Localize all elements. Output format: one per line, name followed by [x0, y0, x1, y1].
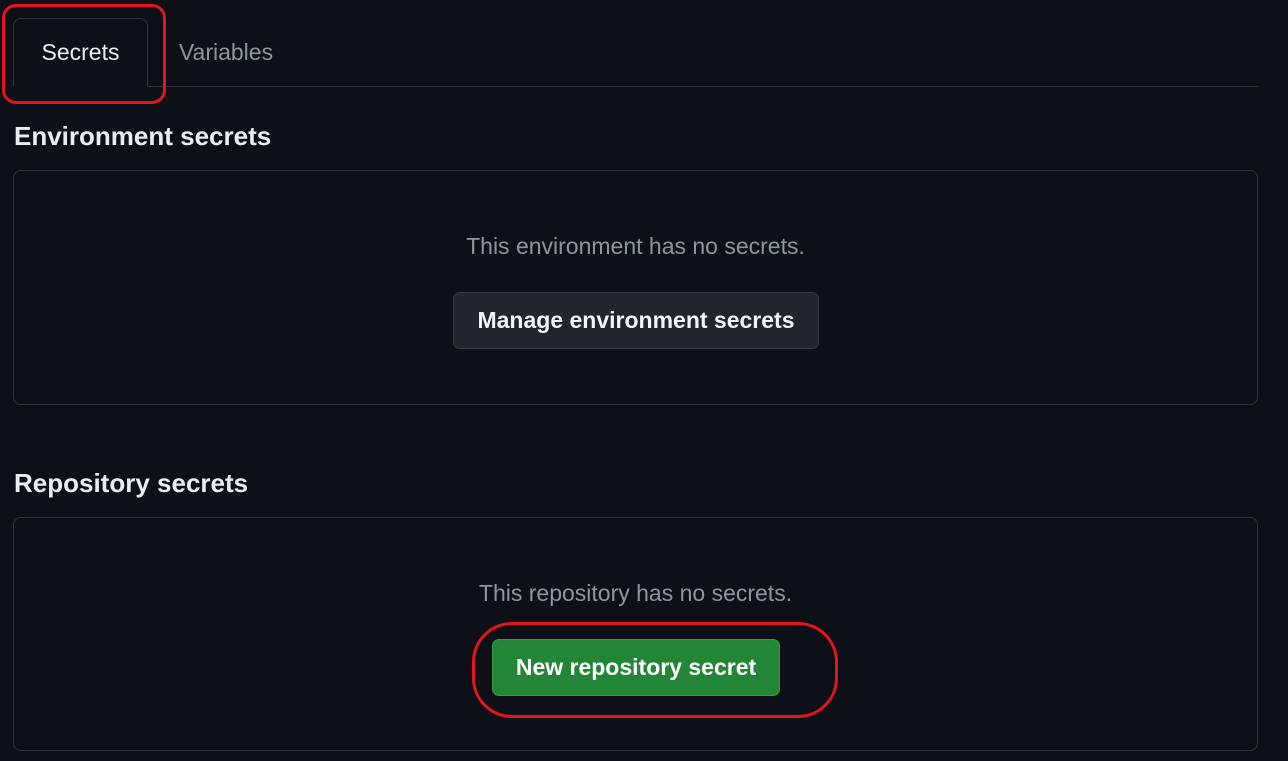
tab-secrets-label: Secrets — [41, 39, 120, 65]
tab-variables[interactable]: Variables — [161, 18, 291, 86]
environment-empty-message: This environment has no secrets. — [466, 233, 805, 259]
tab-bar: Secrets Variables — [13, 0, 1258, 87]
repository-secrets-box: This repository has no secrets. New repo… — [13, 517, 1258, 751]
manage-environment-secrets-label: Manage environment secrets — [477, 307, 795, 333]
repository-empty-message: This repository has no secrets. — [478, 580, 793, 606]
new-repository-secret-button[interactable]: New repository secret — [492, 639, 780, 696]
new-repository-secret-label: New repository secret — [515, 654, 757, 680]
repository-secrets-title: Repository secrets — [14, 468, 249, 498]
tab-secrets[interactable]: Secrets — [13, 18, 148, 87]
environment-secrets-box: This environment has no secrets. Manage … — [13, 170, 1258, 405]
tab-variables-label: Variables — [178, 38, 274, 65]
manage-environment-secrets-button[interactable]: Manage environment secrets — [453, 292, 819, 349]
environment-secrets-title: Environment secrets — [14, 121, 272, 151]
secrets-page: Secrets Variables Environment secrets Th… — [0, 0, 1288, 761]
